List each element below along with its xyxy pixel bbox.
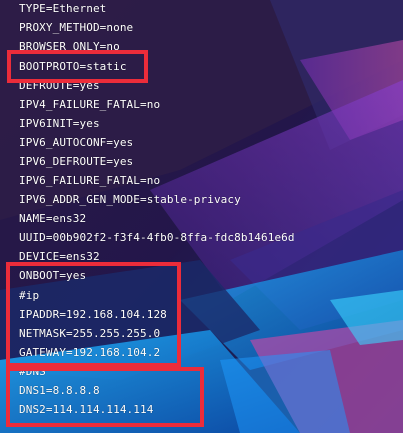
config-line-type: TYPE=Ethernet	[19, 2, 107, 15]
config-line-proxy-method: PROXY_METHOD=none	[19, 21, 134, 34]
config-line-ipv6-addr-gen-mode: IPV6_ADDR_GEN_MODE=stable-privacy	[19, 193, 241, 206]
highlight-box-ip-settings	[6, 262, 181, 367]
config-line-uuid: UUID=00b902f2-f3f4-4fb0-8ffa-fdc8b1461e6…	[19, 231, 295, 244]
config-line-ipv6-failure-fatal: IPV6_FAILURE_FATAL=no	[19, 174, 161, 187]
config-line-ipv6-autoconf: IPV6_AUTOCONF=yes	[19, 136, 134, 149]
config-line-name: NAME=ens32	[19, 212, 87, 225]
config-line-ipv6init: IPV6INIT=yes	[19, 117, 100, 130]
highlight-box-bootproto	[7, 50, 148, 83]
highlight-box-dns-settings	[6, 367, 204, 427]
config-line-ipv6-defroute: IPV6_DEFROUTE=yes	[19, 155, 134, 168]
config-line-ipv4-failure-fatal: IPV4_FAILURE_FATAL=no	[19, 98, 161, 111]
